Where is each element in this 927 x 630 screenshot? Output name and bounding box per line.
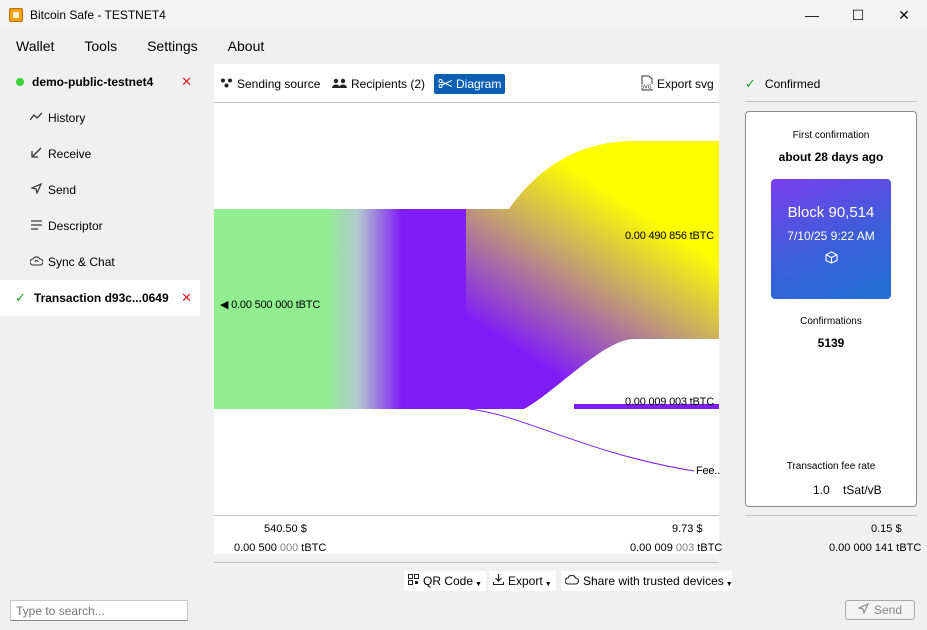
view-tabs: Sending source Recipients (2) Diagram SV… — [214, 64, 719, 102]
share-trusted-devices-button[interactable]: Share with trusted devices ▼ — [561, 571, 737, 591]
first-confirmation-value: about 28 days ago — [778, 150, 884, 164]
sankey-input-label: ◀ 0.00 500 000 tBTC — [220, 299, 321, 311]
tab-label: Diagram — [456, 77, 502, 91]
sidebar-item-label: Sync & Chat — [48, 255, 115, 269]
tab-label: Sending source — [237, 77, 321, 91]
tab-label: Recipients (2) — [351, 77, 426, 91]
send-button[interactable]: Send — [845, 600, 915, 620]
sidebar-item-send[interactable]: Send — [0, 172, 200, 208]
divider — [745, 101, 917, 102]
sidebar-item-label: Receive — [48, 147, 92, 161]
sankey-output-main-flow — [466, 141, 719, 409]
sankey-fee-line — [468, 408, 695, 472]
title-bar: Bitcoin Safe - TESTNET4 — ☐ ✕ — [0, 0, 927, 30]
sidebar-item-sync-chat[interactable]: Sync & Chat — [0, 244, 200, 280]
button-label: QR Code — [423, 574, 474, 588]
confirmation-details-box: First confirmation about 28 days ago Con… — [745, 111, 917, 507]
minimize-button[interactable]: — — [789, 0, 835, 30]
bitcoin-safe-logo-icon — [9, 8, 23, 22]
paper-plane-icon — [29, 182, 42, 197]
sidebar-wallet-item[interactable]: demo-public-testnet4 ✕ — [0, 64, 200, 100]
confirmed-status: ✓ Confirmed — [745, 76, 820, 92]
input-fiat-value: 540.50 $ — [264, 523, 307, 535]
menu-tools[interactable]: Tools — [69, 38, 132, 54]
tab-diagram[interactable]: Diagram — [434, 74, 505, 94]
cloud-sync-icon — [29, 255, 44, 269]
paper-plane-icon — [857, 602, 870, 617]
checkmark-icon: ✓ — [745, 76, 756, 91]
dropdown-caret-icon: ▼ — [544, 580, 552, 588]
sidebar-item-history[interactable]: History — [0, 100, 200, 136]
divider — [745, 515, 917, 516]
block-time: 7/10/25 9:22 AM — [787, 229, 875, 243]
close-window-button[interactable]: ✕ — [881, 0, 927, 30]
cloud-icon — [564, 574, 579, 588]
output-btc-value: 0.00 009 003 tBTC — [630, 542, 723, 554]
chart-line-icon — [29, 111, 43, 125]
sidebar-item-label: Descriptor — [48, 219, 103, 233]
sidebar-item-label: Send — [48, 183, 77, 197]
wallet-status-dot-icon — [16, 78, 24, 86]
fee-btc-value: 0.00 000 141 tBTC — [829, 542, 922, 554]
arrow-down-left-icon — [30, 147, 42, 161]
fee-fiat-value: 0.15 $ — [871, 523, 902, 535]
svg-text:SVG: SVG — [641, 84, 652, 90]
close-transaction-icon[interactable]: ✕ — [181, 290, 192, 306]
people-flow-icon — [220, 77, 233, 91]
checkmark-icon: ✓ — [15, 290, 26, 305]
sidebar-item-label: History — [48, 111, 86, 125]
lines-icon — [30, 219, 42, 233]
sankey-output-main-label: 0.00 490 856 tBTC — [625, 230, 714, 242]
window-title: Bitcoin Safe - TESTNET4 — [30, 8, 166, 22]
scissors-icon — [438, 77, 453, 91]
wallet-name: demo-public-testnet4 — [32, 75, 154, 89]
button-label: Send — [873, 603, 903, 617]
download-icon — [492, 574, 505, 588]
close-wallet-icon[interactable]: ✕ — [181, 74, 192, 90]
qr-code-button[interactable]: QR Code ▼ — [404, 571, 486, 591]
maximize-button[interactable]: ☐ — [835, 0, 881, 30]
sankey-diagram: ◀ 0.00 500 000 tBTC 0.00 490 856 tBTC 0.… — [214, 103, 721, 515]
menu-about[interactable]: About — [213, 38, 280, 54]
qr-code-icon — [408, 574, 419, 588]
fee-rate-value: 1.0 — [813, 483, 830, 497]
search-input[interactable] — [10, 600, 188, 621]
export-svg-button[interactable]: SVG Export svg — [636, 74, 718, 94]
confirmations-label: Confirmations — [800, 316, 862, 327]
users-icon — [332, 77, 347, 91]
first-confirmation-label: First confirmation — [792, 130, 870, 141]
fee-rate-label: Transaction fee rate — [786, 461, 876, 472]
input-amount: 0.00 500 000 tBTC — [231, 299, 321, 311]
block-title: Block 90,514 — [787, 204, 875, 221]
confirmed-label: Confirmed — [764, 77, 821, 91]
tab-recipients[interactable]: Recipients (2) — [328, 74, 430, 94]
menu-wallet[interactable]: Wallet — [0, 38, 69, 54]
menu-bar: Wallet Tools Settings About — [0, 32, 279, 60]
sidebar-item-transaction[interactable]: ✓ Transaction d93c...0649 ✕ — [0, 280, 200, 316]
export-button[interactable]: Export ▼ — [489, 571, 556, 591]
tab-label: Export svg — [657, 77, 714, 91]
window-controls: — ☐ ✕ — [789, 0, 927, 30]
block-card[interactable]: Block 90,514 7/10/25 9:22 AM — [771, 179, 891, 299]
divider — [214, 562, 719, 563]
cube-icon — [771, 251, 891, 267]
fee-rate-unit: tSat/vB — [843, 483, 882, 497]
sidebar-item-descriptor[interactable]: Descriptor — [0, 208, 200, 244]
button-label: Export — [508, 574, 543, 588]
input-btc-value: 0.00 500 000 tBTC — [234, 542, 327, 554]
output-fiat-value: 9.73 $ — [672, 523, 703, 535]
button-label: Share with trusted devices — [583, 574, 724, 588]
transaction-tab-label: Transaction d93c...0649 — [33, 291, 169, 305]
sidebar-item-receive[interactable]: Receive — [0, 136, 200, 172]
sidebar: demo-public-testnet4 ✕ History Receive S… — [0, 64, 200, 630]
dropdown-caret-icon: ▼ — [475, 580, 482, 588]
svg-file-icon: SVG — [640, 75, 654, 94]
sankey-fee-label: Fee.. — [696, 465, 721, 477]
tab-sending-source[interactable]: Sending source — [216, 74, 325, 94]
confirmations-value: 5139 — [817, 336, 845, 350]
divider — [214, 515, 719, 516]
sankey-output-change-label: 0.00 009 003 tBTC — [625, 396, 714, 408]
menu-settings[interactable]: Settings — [132, 38, 213, 54]
